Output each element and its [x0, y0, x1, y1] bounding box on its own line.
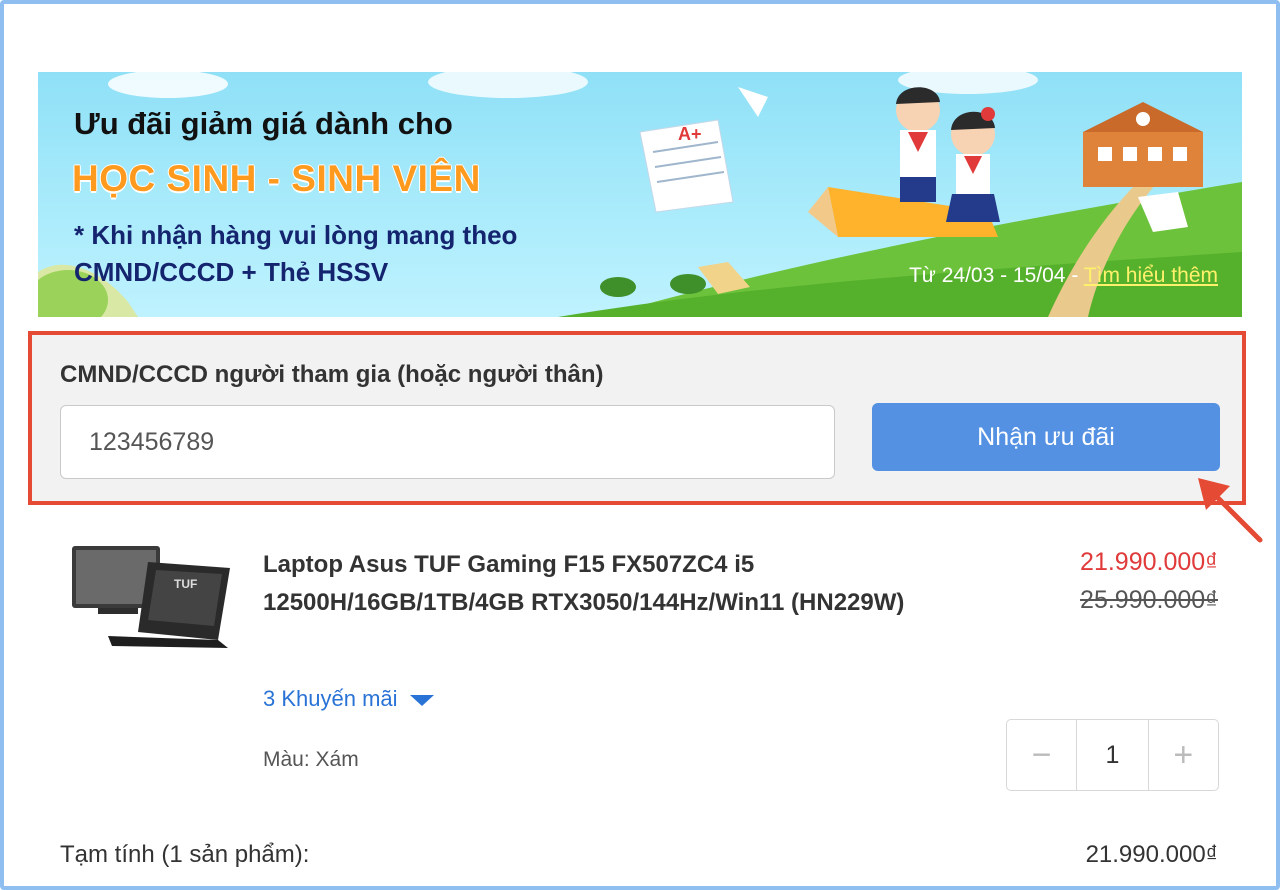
- banner-date-line: Từ 24/03 - 15/04 - Tìm hiểu thêm: [909, 264, 1218, 288]
- sale-price: 21.990.000₫: [1080, 548, 1218, 576]
- promo-date-range: Từ 24/03 - 15/04: [908, 264, 1066, 287]
- student-promo-banner[interactable]: A+ Ưu đãi giảm giá dành cho HỌC SINH - S…: [38, 72, 1242, 317]
- promotions-label: 3 Khuyến mãi: [263, 686, 398, 711]
- svg-text:TUF: TUF: [174, 577, 197, 591]
- student-id-form: CMND/CCCD người tham gia (hoặc người thâ…: [28, 331, 1246, 505]
- subtotal-value: 21.990.000₫: [1085, 841, 1218, 868]
- id-field-label: CMND/CCCD người tham gia (hoặc người thâ…: [60, 361, 604, 388]
- product-color: Màu: Xám: [263, 748, 359, 771]
- increase-quantity-button[interactable]: +: [1149, 720, 1218, 790]
- banner-headline: Ưu đãi giảm giá dành cho: [74, 106, 453, 141]
- id-number-input[interactable]: [60, 405, 835, 479]
- laptop-product-image[interactable]: TUF: [68, 540, 238, 652]
- learn-more-link[interactable]: Tìm hiểu thêm: [1084, 264, 1218, 287]
- date-separator: -: [1065, 264, 1084, 287]
- quantity-stepper: − 1 +: [1006, 719, 1219, 791]
- svg-text:A+: A+: [678, 124, 702, 144]
- decrease-quantity-button[interactable]: −: [1007, 720, 1076, 790]
- banner-note: * Khi nhận hàng vui lòng mang theo: [74, 220, 518, 250]
- quantity-value[interactable]: 1: [1076, 720, 1149, 790]
- banner-audience: HỌC SINH - SINH VIÊN: [72, 158, 481, 199]
- promotions-toggle[interactable]: 3 Khuyến mãi: [263, 686, 434, 712]
- caret-down-icon: [409, 695, 434, 706]
- product-name-link[interactable]: Laptop Asus TUF Gaming F15 FX507ZC4 i5 1…: [263, 546, 953, 622]
- claim-offer-button[interactable]: Nhận ưu đãi: [872, 403, 1220, 471]
- subtotal-label: Tạm tính (1 sản phẩm):: [60, 841, 310, 868]
- annotation-arrow-icon: [1198, 478, 1263, 543]
- banner-requirement: CMND/CCCD + Thẻ HSSV: [74, 257, 389, 287]
- original-price: 25.990.000₫: [1080, 586, 1218, 614]
